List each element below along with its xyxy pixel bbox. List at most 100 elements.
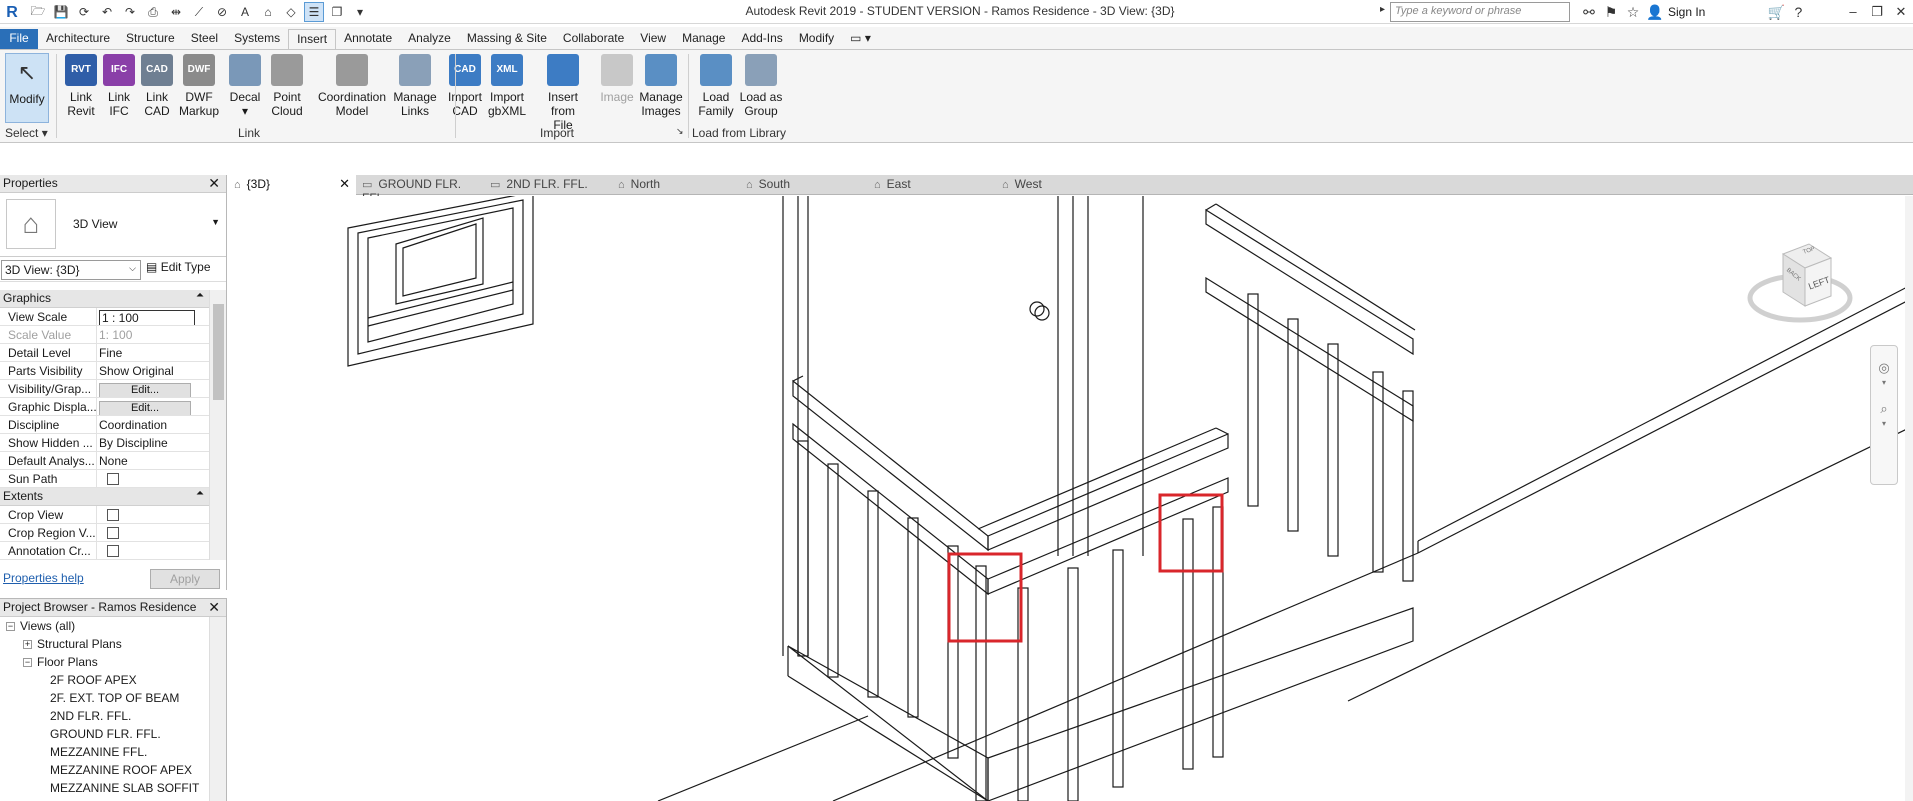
open-icon[interactable]: 🗁 [28, 2, 48, 22]
image-button[interactable]: Image [594, 54, 640, 104]
property-row[interactable]: Sun Path [0, 470, 210, 488]
property-row[interactable]: Visibility/Grap... Edit... [0, 380, 210, 398]
favorites-icon[interactable]: ☆ [1622, 4, 1644, 21]
print-icon[interactable]: ⎙ [143, 2, 163, 22]
qat-customize-icon[interactable]: ▾ [350, 2, 370, 22]
tab-structure[interactable]: Structure [118, 29, 183, 49]
properties-scrollbar[interactable] [209, 290, 226, 560]
type-selector[interactable]: ⌂ 3D View ▼ [0, 193, 226, 257]
tab-add-ins[interactable]: Add-Ins [733, 29, 790, 49]
property-row[interactable]: Graphic Displa... Edit... [0, 398, 210, 416]
import-gbxml-button[interactable]: XML Import gbXML [484, 54, 530, 118]
tab-annotate[interactable]: Annotate [336, 29, 400, 49]
measure-icon[interactable]: ⇹ [166, 2, 186, 22]
property-value[interactable]: None [97, 452, 210, 469]
property-row[interactable]: Crop View [0, 506, 210, 524]
point-cloud-button[interactable]: Point Cloud [264, 54, 310, 118]
switch-windows-icon[interactable]: ❐ [327, 2, 347, 22]
close-icon[interactable]: ✕ [208, 175, 220, 192]
search-expand-icon[interactable]: ▸ [1380, 4, 1385, 15]
subscription-icon[interactable]: ⚑ [1600, 4, 1622, 21]
sign-in-link[interactable]: Sign In [1668, 5, 1705, 19]
browser-item[interactable]: GROUND FLR. FFL. [0, 725, 210, 743]
insert-from-file-button[interactable]: Insert from File [540, 54, 586, 132]
tab-manage[interactable]: Manage [674, 29, 733, 49]
view-tab[interactable]: ⌂ West [996, 175, 1124, 195]
chevron-down-icon[interactable]: ▼ [211, 217, 220, 227]
minimize-icon[interactable]: – [1841, 0, 1865, 24]
cart-icon[interactable]: 🛒 [1765, 4, 1787, 21]
checkbox[interactable] [107, 527, 119, 539]
property-row[interactable]: Parts Visibility Show Original [0, 362, 210, 380]
collapse-icon[interactable]: − [23, 658, 32, 668]
property-value[interactable] [97, 470, 210, 487]
property-value[interactable]: Fine [97, 344, 210, 361]
help-icon[interactable]: ? [1787, 4, 1809, 20]
close-window-icon[interactable]: ✕ [1889, 0, 1913, 24]
tab-view[interactable]: View [632, 29, 674, 49]
load-as-group-button[interactable]: Load as Group [738, 54, 784, 118]
property-value[interactable] [97, 524, 210, 541]
property-value[interactable]: By Discipline [97, 434, 210, 451]
tab-insert[interactable]: Insert [288, 29, 337, 49]
property-value[interactable] [97, 506, 210, 523]
redo-icon[interactable]: ↷ [120, 2, 140, 22]
property-row[interactable]: Discipline Coordination [0, 416, 210, 434]
view-tab[interactable]: ⌂ East [868, 175, 996, 195]
close-icon[interactable]: ✕ [208, 599, 220, 616]
collapse-icon[interactable]: ⏶ [196, 488, 204, 499]
nav-dropdown-icon[interactable]: ▾ [1871, 419, 1897, 428]
steering-wheel-icon[interactable]: ◎ [1871, 360, 1897, 376]
property-group-graphics[interactable]: Graphics ⏶ [0, 290, 210, 308]
browser-item[interactable]: 2ND FLR. FFL. [0, 707, 210, 725]
view-tab[interactable]: ⌂ North [612, 175, 740, 195]
property-row[interactable]: Show Hidden ... By Discipline [0, 434, 210, 452]
property-value[interactable]: Edit... [97, 398, 210, 415]
coordination-model-button[interactable]: Coordination Model [316, 54, 388, 118]
instance-selector[interactable]: 3D View: {3D} ⌵ [1, 260, 141, 280]
property-group-extents[interactable]: Extents ⏶ [0, 488, 210, 506]
checkbox[interactable] [107, 545, 119, 557]
modify-button[interactable]: ↖ Modify [5, 53, 49, 123]
view-tab[interactable]: ⌂ South [740, 175, 868, 195]
edit-type-button[interactable]: ▤ Edit Type [146, 260, 211, 274]
tab-systems[interactable]: Systems [226, 29, 288, 49]
select-dropdown[interactable]: Select ▾ [5, 126, 48, 140]
import-cad-button[interactable]: CAD Import CAD [442, 54, 488, 118]
thin-lines-icon[interactable]: ☰ [304, 2, 324, 22]
undo-icon[interactable]: ↶ [97, 2, 117, 22]
browser-item[interactable]: MEZZANINE SLAB SOFFIT [0, 779, 210, 797]
link-cad-button[interactable]: CAD Link CAD [134, 54, 180, 118]
manage-links-button[interactable]: Manage Links [392, 54, 438, 118]
vertical-scrollbar[interactable] [1905, 196, 1913, 801]
manage-images-button[interactable]: Manage Images [638, 54, 684, 118]
property-row[interactable]: Detail Level Fine [0, 344, 210, 362]
zoom-icon[interactable]: ⌕ [1871, 401, 1897, 417]
view-scale-input[interactable]: 1 : 100 [99, 310, 195, 325]
binoculars-icon[interactable]: ⚯ [1578, 4, 1600, 21]
collapse-icon[interactable]: ⏶ [196, 290, 204, 301]
property-value[interactable]: Edit... [97, 380, 210, 397]
section-icon[interactable]: ◇ [281, 2, 301, 22]
decal-button[interactable]: Decal ▾ [222, 54, 268, 118]
import-dialog-launcher-icon[interactable]: ↘ [676, 126, 684, 137]
save-icon[interactable]: 💾 [51, 2, 71, 22]
revit-logo-icon[interactable]: R [2, 3, 22, 23]
property-row[interactable]: View Scale 1 : 100 [0, 308, 210, 326]
apply-button[interactable]: Apply [150, 569, 220, 589]
browser-item[interactable]: 2F ROOF APEX [0, 671, 210, 689]
dwf-markup-button[interactable]: DWF DWF Markup [176, 54, 222, 118]
sync-icon[interactable]: ⟳ [74, 2, 94, 22]
browser-item[interactable]: MEZZANINE ROOF APEX [0, 761, 210, 779]
search-input[interactable]: Type a keyword or phrase [1390, 2, 1570, 22]
property-value[interactable] [97, 542, 210, 559]
scroll-thumb[interactable] [213, 304, 224, 400]
3d-view-qat-icon[interactable]: ⌂ [258, 2, 278, 22]
tab-collaborate[interactable]: Collaborate [555, 29, 632, 49]
property-row[interactable]: Crop Region V... [0, 524, 210, 542]
edit-button[interactable]: Edit... [99, 383, 191, 397]
browser-item[interactable]: 2F. EXT. TOP OF BEAM [0, 689, 210, 707]
tab-massing-site[interactable]: Massing & Site [459, 29, 555, 49]
expand-icon[interactable]: + [23, 640, 32, 650]
user-icon[interactable]: 👤 [1644, 4, 1666, 21]
